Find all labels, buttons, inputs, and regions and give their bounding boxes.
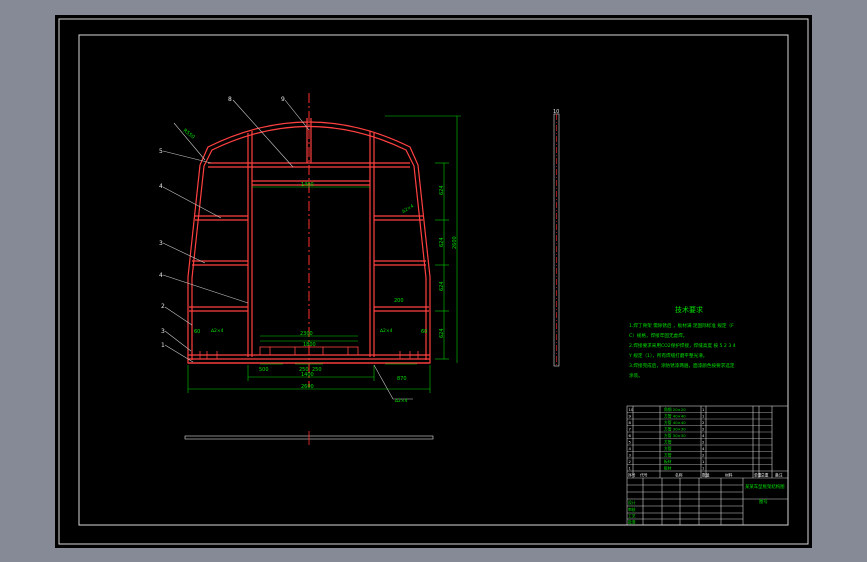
svg-text:1: 1 [702, 414, 705, 419]
weld-symbol-right: ∆2×4 [379, 328, 393, 334]
tech-line-5: 3.焊接完成后，涂防锈漆两遍，面漆颜色按要求选定 [629, 362, 735, 369]
callout-4a: 4 [159, 183, 163, 190]
header-total-weight: 总重 [761, 473, 769, 478]
side-view [553, 113, 560, 367]
outer-border [58, 18, 809, 545]
sign-approve: 批准 [628, 520, 636, 525]
callout-1: 1 [161, 342, 165, 349]
header-material: 材料 [725, 473, 733, 478]
dim-624-d: 624 [439, 328, 445, 338]
tech-heading: 技术要求 [675, 305, 703, 314]
dim-624-c: 624 [439, 281, 445, 291]
svg-text:6: 6 [629, 433, 632, 438]
dim-200: 200 [394, 298, 404, 304]
svg-text:2: 2 [702, 427, 705, 432]
dim-250-a: 250 [299, 367, 309, 373]
svg-text:2: 2 [702, 420, 705, 425]
part-name-1: 板材 [664, 466, 672, 471]
drawing-canvas: 8 9 5 4 3 4 2 3 1 10 1400 2300 1800 1400… [58, 18, 809, 545]
radius-label: R550 [182, 128, 196, 141]
header-code: 代号 [640, 473, 648, 478]
tech-line-4: Y 规定（1），所有焊缝打磨平整光滑。 [628, 352, 707, 359]
part-name-7: 方管 30×30 [664, 427, 686, 432]
svg-text:1: 1 [702, 407, 705, 412]
svg-text:3: 3 [629, 453, 632, 458]
sign-design: 设计 [628, 500, 636, 505]
svg-text:1: 1 [702, 459, 705, 464]
dimension-lines [187, 115, 461, 393]
dim-2600-width: 2600 [301, 384, 314, 390]
callout-5a: 5 [159, 148, 163, 155]
dim-60-b: 60 [194, 329, 200, 335]
cad-viewport[interactable]: 8 9 5 4 3 4 2 3 1 10 1400 2300 1800 1400… [55, 15, 812, 548]
part-name-6: 方管 30×30 [664, 433, 686, 438]
drawing-number: 图号 [759, 499, 768, 505]
header-remark: 备注 [775, 473, 783, 478]
svg-text:4: 4 [702, 433, 705, 438]
svg-text:1: 1 [702, 466, 705, 471]
sign-review: 审核 [628, 507, 636, 512]
header-no: 序号 [628, 473, 636, 478]
header-name: 名称 [675, 473, 683, 478]
tech-line-6: 涂装。 [629, 372, 643, 379]
callout-3a: 3 [159, 240, 163, 247]
sign-process: 工艺 [628, 514, 636, 519]
dim-60-a: 60 [421, 329, 427, 335]
svg-text:4: 4 [702, 446, 705, 451]
dim-2300: 2300 [300, 331, 313, 337]
dim-250-b: 250 [312, 367, 322, 373]
svg-text:10: 10 [629, 407, 634, 412]
dim-624-b: 624 [439, 237, 445, 247]
weld-symbol-bottom: ∆2×4 [394, 398, 408, 404]
drawing-title: 某某车型框架结构图 [745, 483, 785, 490]
callout-4b: 4 [159, 272, 163, 279]
header-qty: 数量 [702, 473, 710, 478]
part-name-4: 方管 [664, 446, 672, 451]
part-name-2: 板材 [664, 459, 672, 464]
svg-text:2: 2 [702, 453, 705, 458]
part-name-10: 角钢 20×20 [664, 407, 686, 412]
dim-870: 870 [397, 376, 407, 382]
svg-text:8: 8 [629, 420, 632, 425]
svg-text:4: 4 [629, 446, 632, 451]
callout-9: 9 [281, 96, 285, 103]
callout-8: 8 [228, 96, 232, 103]
part-name-5: 方管 [664, 440, 672, 445]
part-name-9: 方管 40×40 [664, 414, 686, 419]
part-name-3: 方管 [664, 453, 672, 458]
callout-2: 2 [161, 303, 165, 310]
bottom-view [184, 431, 434, 445]
part-name-8: 方管 40×40 [664, 420, 686, 425]
svg-text:2: 2 [629, 459, 632, 464]
svg-text:1: 1 [629, 466, 632, 471]
callout-3b: 3 [161, 328, 165, 335]
title-block: 10 角钢 20×20 1 9 方管 40×40 1 8 方管 40×40 2 … [626, 405, 789, 526]
leader-lines [162, 99, 413, 400]
svg-text:2: 2 [702, 440, 705, 445]
dim-500: 500 [259, 367, 269, 373]
tech-requirements: 技术要求 1.焊丁骨架 需除锈后 ，板材满 足国际标准 规定（F C）规格，焊接… [628, 305, 736, 379]
weld-symbol-upper: ∆2×4 [400, 203, 415, 215]
dim-624-a: 624 [439, 185, 445, 195]
dim-1400-top: 1400 [301, 182, 314, 188]
tech-line-1: 1.焊丁骨架 需除锈后 ，板材满 足国际标准 规定（F [629, 322, 734, 329]
dim-2600-height: 2600 [452, 236, 458, 249]
dim-1800: 1800 [303, 342, 316, 348]
svg-text:7: 7 [629, 427, 632, 432]
svg-text:5: 5 [629, 440, 632, 445]
tech-line-2: C）规格，焊接牢固无虚焊。 [629, 332, 687, 339]
tech-line-3: 2.焊接要求采用CO2保护焊接，焊缝高度 按 5 2 3 4 [629, 342, 736, 349]
weld-symbol-left: ∆2×4 [210, 328, 224, 334]
svg-text:9: 9 [629, 414, 632, 419]
